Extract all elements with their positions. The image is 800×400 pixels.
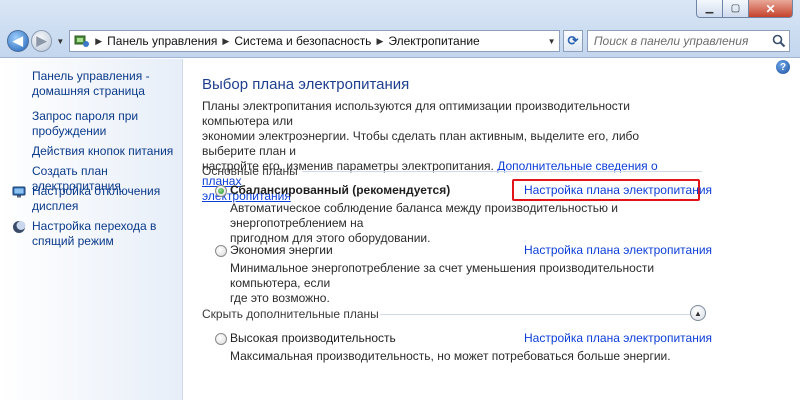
maximize-button[interactable]: ▢ [723, 0, 749, 18]
plan-name-power-saver[interactable]: Экономия энергии [230, 243, 333, 257]
plan-desc-high-performance: Максимальная производительность, но може… [230, 349, 671, 363]
plan-desc-power-saver: Минимальное энергопотребление за счет ум… [230, 261, 655, 305]
main-content: Выбор плана электропитания Планы электро… [184, 59, 800, 400]
window-chrome: ▁ ▢ ✕ ◀ ▶ ▼ ▶ Панель управления ▶ Систем… [0, 0, 800, 58]
recent-pages-dropdown[interactable]: ▼ [54, 37, 66, 46]
display-icon [12, 185, 26, 199]
plan-desc-balanced: Автоматическое соблюдение баланса между … [230, 201, 619, 245]
back-button[interactable]: ◀ [7, 30, 29, 52]
plan-name-balanced[interactable]: Сбалансированный (рекомендуется) [230, 183, 450, 197]
address-bar[interactable]: ▶ Панель управления ▶ Система и безопасн… [69, 30, 561, 52]
breadcrumb-system-security[interactable]: Система и безопасность [234, 34, 371, 48]
collapse-button[interactable]: ▲ [690, 305, 706, 321]
group-basic-plans-heading: Основные планы [202, 164, 298, 178]
plan-radio-high-performance[interactable] [215, 333, 227, 345]
window-buttons: ▁ ▢ ✕ [696, 0, 793, 18]
forward-button[interactable]: ▶ [30, 30, 53, 52]
control-panel-icon [74, 33, 90, 49]
refresh-icon: ⟳ [567, 33, 579, 48]
group-divider [380, 314, 690, 315]
navigation-bar: ◀ ▶ ▼ ▶ Панель управления ▶ Система и бе… [7, 28, 790, 54]
breadcrumb-separator[interactable]: ▶ [222, 36, 229, 47]
breadcrumb-separator: ▶ [95, 35, 103, 46]
close-button[interactable]: ✕ [749, 0, 793, 18]
plan-radio-power-saver[interactable] [215, 245, 227, 257]
sidebar-item-control-panel-home[interactable]: Панель управления - домашняя страница [32, 69, 150, 99]
plan-setup-link-power-saver[interactable]: Настройка плана электропитания [524, 243, 712, 257]
refresh-button[interactable]: ⟳ [563, 30, 583, 52]
plan-radio-balanced[interactable] [215, 185, 227, 197]
breadcrumb-power-options[interactable]: Электропитание [388, 34, 479, 48]
search-input[interactable] [593, 34, 769, 48]
minimize-button[interactable]: ▁ [696, 0, 723, 18]
plan-setup-link-balanced[interactable]: Настройка плана электропитания [524, 183, 712, 197]
group-divider [302, 171, 702, 172]
search-icon[interactable] [769, 34, 789, 48]
sidebar-item-sleep-settings[interactable]: Настройка перехода в спящий режим [32, 219, 156, 249]
plan-setup-link-high-performance[interactable]: Настройка плана электропитания [524, 331, 712, 345]
plan-name-high-performance[interactable]: Высокая производительность [230, 331, 396, 345]
group-hidden-plans-heading[interactable]: Скрыть дополнительные планы [202, 307, 379, 321]
sidebar-item-wakeup-password[interactable]: Запрос пароля при пробуждении [32, 109, 138, 139]
breadcrumb-control-panel[interactable]: Панель управления [107, 34, 217, 48]
sidebar-item-display-off[interactable]: Настройка отключения дисплея [32, 184, 160, 214]
sidebar: Панель управления - домашняя страница За… [0, 59, 183, 400]
breadcrumb-separator[interactable]: ▶ [376, 36, 383, 47]
search-box[interactable] [586, 30, 790, 52]
chevron-up-icon: ▲ [694, 308, 702, 318]
moon-icon [12, 220, 26, 234]
sidebar-item-power-buttons[interactable]: Действия кнопок питания [32, 144, 173, 159]
address-dropdown[interactable]: ▼ [543, 31, 559, 51]
page-title: Выбор плана электропитания [202, 76, 410, 93]
